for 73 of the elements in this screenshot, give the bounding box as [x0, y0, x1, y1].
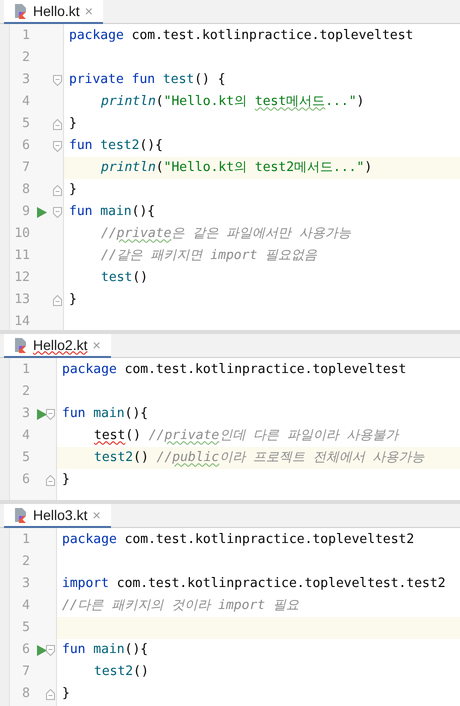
kotlin-file-icon [14, 337, 28, 353]
line-number: 3 [21, 71, 30, 90]
fold-marker-icon[interactable] [53, 185, 62, 196]
line-number: 6 [21, 471, 30, 490]
line-number: 13 [13, 291, 30, 310]
code-line: fun main(){ [62, 641, 148, 660]
fold-marker-icon[interactable] [53, 207, 62, 218]
code-line: package com.test.kotlinpractice.topleveltest [69, 27, 414, 46]
line-number: 5 [21, 449, 30, 468]
line-number: 6 [21, 641, 30, 660]
line-number: 4 [21, 597, 30, 616]
run-icon[interactable] [37, 408, 47, 420]
code-line: package com.test.kotlinpractice.topleveltest [62, 361, 406, 380]
code-line: } [62, 685, 70, 704]
code-line: println("Hello.kt의 test메서드...") [100, 93, 364, 112]
line-number: 1 [21, 361, 30, 380]
tab-label: Hello.kt [33, 2, 80, 20]
fold-marker-icon[interactable] [53, 119, 62, 130]
code-line: } [69, 115, 77, 134]
code-line: test2() //public 이라 프로젝트 전체에서 사용가능 [93, 449, 425, 468]
fold-marker-icon[interactable] [53, 75, 62, 86]
line-number: 4 [21, 93, 30, 112]
code-line: } [69, 181, 77, 200]
line-number: 8 [21, 685, 30, 704]
code-line: fun main(){ [69, 203, 156, 222]
line-number: 4 [21, 427, 30, 446]
line-number: 2 [21, 383, 30, 402]
line-number: 5 [21, 619, 30, 638]
code-line: //private은 같은 파일에서만 사용가능 [100, 225, 351, 244]
line-number: 7 [21, 663, 30, 682]
line-number: 9 [21, 203, 30, 222]
kotlin-file-icon [14, 507, 28, 523]
code-line: fun test2(){ [69, 137, 163, 156]
fold-marker-icon[interactable] [46, 689, 55, 700]
line-number: 2 [21, 553, 30, 572]
code-line: } [69, 291, 77, 310]
line-number: 5 [21, 115, 30, 134]
tab-label: Hello3.kt [33, 506, 88, 524]
fold-marker-icon[interactable] [53, 141, 62, 152]
kotlin-file-icon [14, 3, 28, 19]
code-line: test2() [93, 663, 149, 682]
editor-tab[interactable]: Hello2.kt × [4, 334, 111, 358]
line-number: 7 [21, 159, 30, 178]
editor-tab[interactable]: Hello3.kt × [4, 504, 111, 528]
code-line: test() //private 인데 다른 파일이라 사용불가 [93, 427, 399, 446]
line-number: 12 [13, 269, 30, 288]
tab-label: Hello2.kt [33, 336, 88, 354]
fold-marker-icon[interactable] [46, 409, 55, 420]
line-number: 3 [21, 405, 30, 424]
line-number: 3 [21, 575, 30, 594]
fold-marker-icon[interactable] [53, 295, 62, 306]
line-number: 1 [21, 27, 30, 46]
line-number: 2 [21, 49, 30, 68]
run-icon[interactable] [37, 206, 47, 218]
line-number: 10 [13, 225, 30, 244]
code-line: package com.test.kotlinpractice.topleveltest2 [62, 531, 414, 550]
code-line: private fun test() { [69, 71, 226, 90]
code-line: //같은 패키지면 import 필요없음 [100, 247, 318, 266]
fold-marker-icon[interactable] [46, 475, 55, 486]
editor-tab[interactable]: Hello.kt × [4, 0, 103, 24]
code-line: import com.test.kotlinpractice.topleveltest.test2 [62, 575, 446, 594]
code-line: //다른 패키지의 것이라 import 필요 [62, 597, 299, 616]
code-line: fun main(){ [62, 405, 148, 424]
line-number: 1 [21, 531, 30, 550]
run-icon[interactable] [37, 644, 47, 656]
line-number: 6 [21, 137, 30, 156]
code-line: println("Hello.kt의 test2메서드...") [100, 159, 372, 178]
line-number: 8 [21, 181, 30, 200]
fold-marker-icon[interactable] [46, 645, 55, 656]
line-number: 14 [13, 313, 30, 330]
code-line: test() [100, 269, 148, 288]
code-line: } [62, 471, 70, 490]
line-number: 11 [13, 247, 30, 266]
